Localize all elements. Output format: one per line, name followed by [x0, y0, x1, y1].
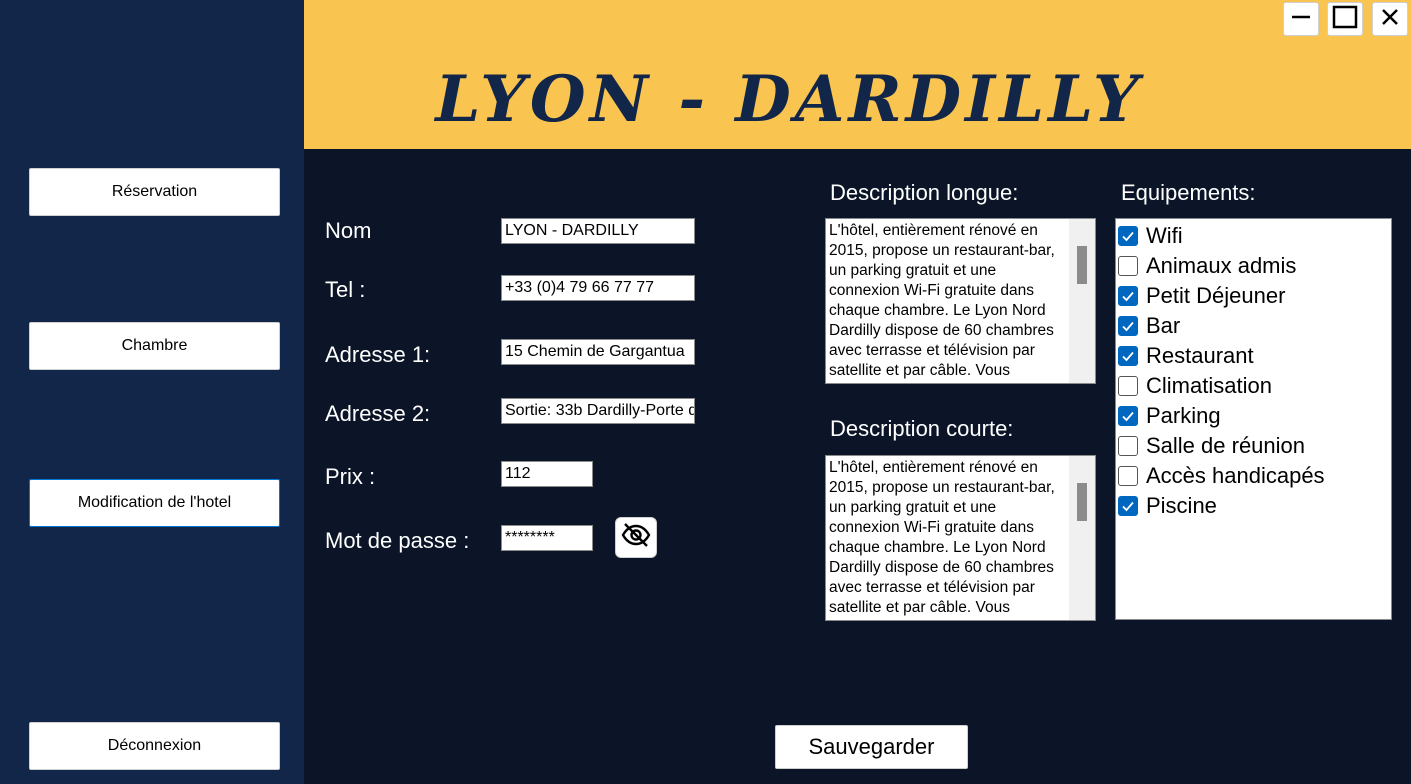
scrollbar-thumb[interactable] [1077, 483, 1087, 521]
maximize-icon [1332, 5, 1358, 34]
description-courte-label: Description courte: [830, 416, 1014, 441]
toggle-password-button[interactable] [615, 517, 657, 558]
equipement-item[interactable]: Piscine [1118, 491, 1217, 521]
equipement-label: Climatisation [1146, 373, 1272, 398]
adresse2-label: Adresse 2: [325, 401, 431, 426]
checkbox-checked[interactable] [1118, 496, 1138, 516]
equipement-item[interactable]: Climatisation [1118, 371, 1272, 401]
description-courte-textarea[interactable]: L'hôtel, entièrement rénové en 2015, pro… [825, 455, 1096, 621]
prix-label: Prix : [325, 464, 376, 489]
checkbox-unchecked[interactable] [1118, 376, 1138, 396]
equipement-item[interactable]: Bar [1118, 311, 1180, 341]
checkbox-checked[interactable] [1118, 346, 1138, 366]
sidebar: Réservation Chambre Modification de l'ho… [0, 0, 304, 784]
checkbox-checked[interactable] [1118, 316, 1138, 336]
equipement-item[interactable]: Salle de réunion [1118, 431, 1305, 461]
description-longue-textarea[interactable]: L'hôtel, entièrement rénové en 2015, pro… [825, 218, 1096, 384]
nom-label: Nom [325, 218, 372, 243]
checkbox-checked[interactable] [1118, 286, 1138, 306]
description-longue-label: Description longue: [830, 180, 1019, 205]
checkmark-icon [1122, 291, 1134, 302]
equipement-label: Salle de réunion [1146, 433, 1306, 458]
tel-field[interactable]: +33 (0)4 79 66 77 77 [501, 275, 695, 301]
nom-field[interactable]: LYON - DARDILLY [501, 218, 695, 244]
tel-label: Tel : [325, 277, 366, 302]
description-courte-text: L'hôtel, entièrement rénové en 2015, pro… [829, 459, 1055, 616]
equipement-label: Parking [1146, 403, 1221, 428]
checkbox-checked[interactable] [1118, 226, 1138, 246]
equipement-label: Accès handicapés [1146, 463, 1325, 488]
equipement-item[interactable]: Accès handicapés [1118, 461, 1325, 491]
nav-deconnexion-button[interactable]: Déconnexion [29, 722, 280, 770]
checkmark-icon [1122, 321, 1134, 332]
equipement-label: Petit Déjeuner [1146, 283, 1286, 308]
maximize-button[interactable] [1327, 2, 1363, 36]
description-longue-scrollbar[interactable] [1069, 219, 1095, 383]
password-field[interactable]: ******** [501, 525, 593, 551]
equipement-label: Restaurant [1146, 343, 1254, 368]
description-courte-scrollbar[interactable] [1069, 456, 1095, 620]
checkmark-icon [1122, 231, 1134, 242]
equipement-item[interactable]: Petit Déjeuner [1118, 281, 1285, 311]
equipement-label: Wifi [1146, 223, 1183, 248]
nav-modification-hotel-button[interactable]: Modification de l'hotel [29, 479, 280, 527]
equipement-label: Bar [1146, 313, 1181, 338]
eye-off-icon [620, 519, 652, 556]
adresse1-label: Adresse 1: [325, 342, 431, 367]
minimize-icon [1290, 6, 1312, 33]
equipement-item[interactable]: Wifi [1118, 221, 1183, 251]
page-title: LYON - DARDILLY [435, 62, 1143, 137]
prix-field[interactable]: 112 [501, 461, 593, 487]
adresse1-field[interactable]: 15 Chemin de Gargantua [501, 339, 695, 365]
adresse2-field[interactable]: Sortie: 33b Dardilly-Porte d [501, 398, 695, 424]
checkmark-icon [1122, 351, 1134, 362]
equipement-item[interactable]: Parking [1118, 401, 1221, 431]
header-banner: LYON - DARDILLY [304, 0, 1411, 149]
close-icon [1380, 7, 1400, 32]
equipement-label: Piscine [1146, 493, 1217, 518]
checkbox-unchecked[interactable] [1118, 436, 1138, 456]
equipements-list: Wifi Animaux admis Petit Déjeuner Bar Restau… [1115, 218, 1392, 620]
nav-chambre-button[interactable]: Chambre [29, 322, 280, 370]
close-button[interactable] [1372, 2, 1408, 36]
checkmark-icon [1122, 411, 1134, 422]
checkbox-unchecked[interactable] [1118, 466, 1138, 486]
scrollbar-thumb[interactable] [1077, 246, 1087, 284]
equipement-item[interactable]: Restaurant [1118, 341, 1254, 371]
description-longue-text: L'hôtel, entièrement rénové en 2015, pro… [829, 222, 1055, 379]
password-label: Mot de passe : [325, 528, 470, 553]
equipement-label: Animaux admis [1146, 253, 1297, 278]
save-button[interactable]: Sauvegarder [775, 725, 968, 769]
nav-reservation-button[interactable]: Réservation [29, 168, 280, 216]
checkbox-unchecked[interactable] [1118, 256, 1138, 276]
equipements-label: Equipements: [1121, 180, 1256, 205]
checkbox-checked[interactable] [1118, 406, 1138, 426]
checkmark-icon [1122, 501, 1134, 512]
minimize-button[interactable] [1283, 2, 1319, 36]
equipement-item[interactable]: Animaux admis [1118, 251, 1296, 281]
